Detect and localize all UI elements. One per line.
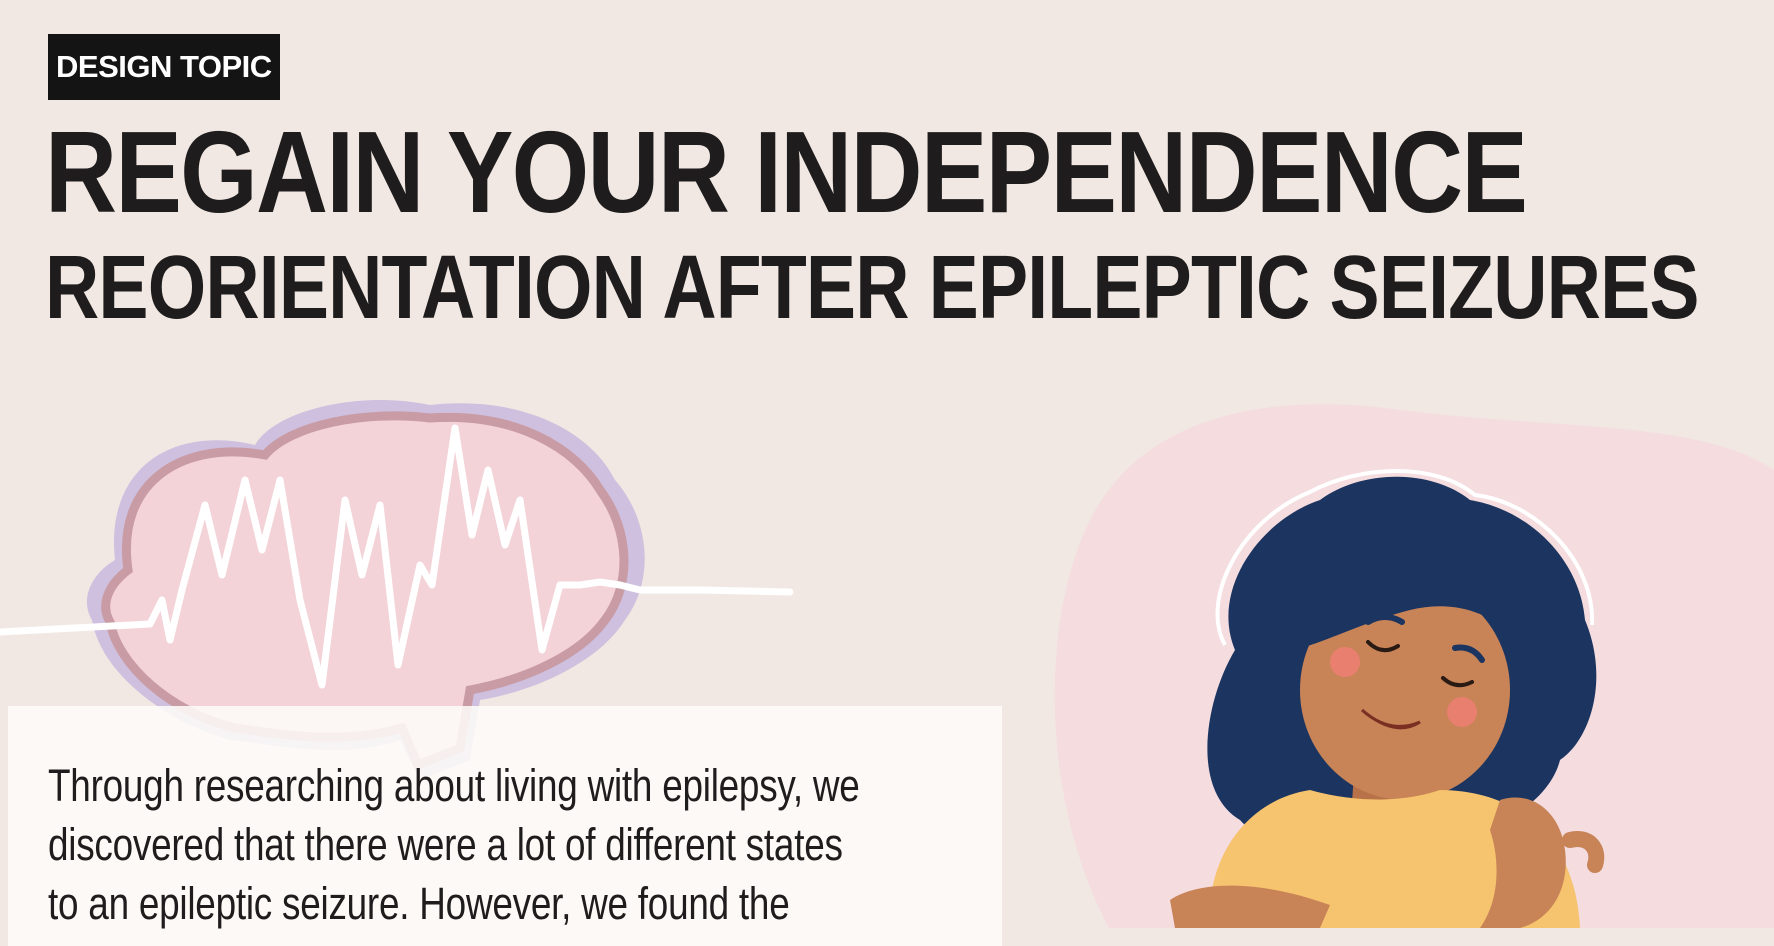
intro-paragraph: Through researching about living with ep…	[48, 756, 950, 933]
left-cheek	[1330, 647, 1360, 677]
right-cheek	[1447, 697, 1477, 727]
intro-line: to an epileptic seizure. However, we fou…	[48, 878, 790, 929]
intro-line: Through researching about living with ep…	[48, 760, 860, 811]
intro-line: discovered that there were a lot of diff…	[48, 819, 843, 870]
